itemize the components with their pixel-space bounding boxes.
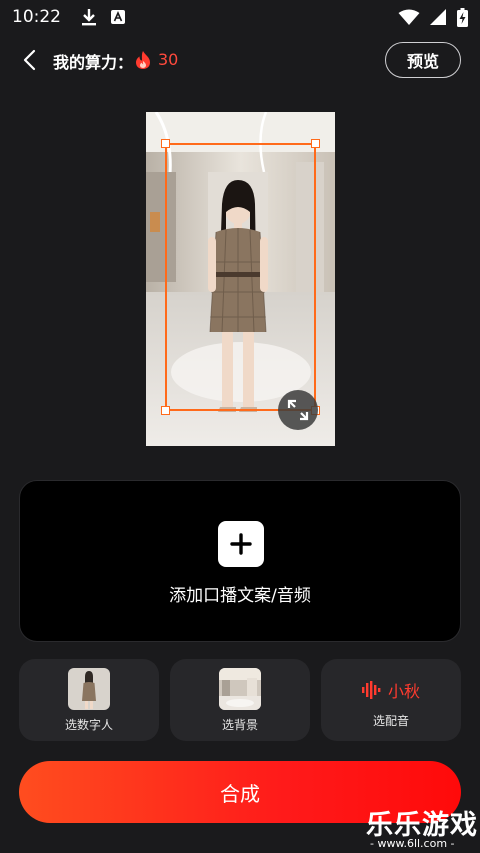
avatar-selection-frame[interactable] <box>165 143 316 411</box>
add-script-card[interactable]: 添加口播文案/音频 <box>19 480 461 642</box>
top-bar: 我的算力： 30 预览 <box>0 40 480 80</box>
resize-handle-bottom-left[interactable] <box>161 406 170 415</box>
select-background-tile[interactable]: 选背景 <box>170 659 310 741</box>
voice-name: 小秋 <box>387 682 420 701</box>
add-script-button[interactable] <box>218 521 264 567</box>
site-watermark: 乐乐游戏 - www.6ll.com - <box>362 803 480 853</box>
wifi-icon <box>398 9 420 25</box>
compute-power-label: 我的算力： <box>53 53 134 72</box>
expand-button[interactable] <box>278 390 318 430</box>
select-avatar-label: 选数字人 <box>64 718 113 732</box>
select-voice-label: 选配音 <box>372 714 409 728</box>
expand-icon <box>287 399 309 421</box>
watermark-url: - www.6ll.com - <box>370 837 455 850</box>
back-arrow-icon[interactable] <box>18 48 42 72</box>
select-avatar-tile[interactable]: 选数字人 <box>19 659 159 741</box>
plus-icon <box>230 533 252 555</box>
avatar-thumbnail <box>68 668 110 710</box>
add-script-label: 添加口播文案/音频 <box>169 586 311 606</box>
sound-wave-icon <box>361 681 381 699</box>
status-bar: 10:22 <box>0 0 480 34</box>
resize-handle-top-left[interactable] <box>161 139 170 148</box>
compute-power-value: 30 <box>158 50 179 69</box>
select-voice-tile[interactable]: 小秋 选配音 <box>321 659 461 741</box>
preview-button[interactable]: 预览 <box>385 42 461 78</box>
signal-icon <box>430 8 446 25</box>
fire-icon <box>136 51 150 69</box>
battery-charging-icon <box>457 7 468 27</box>
resize-handle-top-right[interactable] <box>311 139 320 148</box>
download-icon <box>82 9 96 26</box>
app-a-icon <box>111 10 125 24</box>
select-background-label: 选背景 <box>221 718 258 732</box>
background-thumbnail <box>219 668 261 710</box>
status-time: 10:22 <box>12 7 61 27</box>
